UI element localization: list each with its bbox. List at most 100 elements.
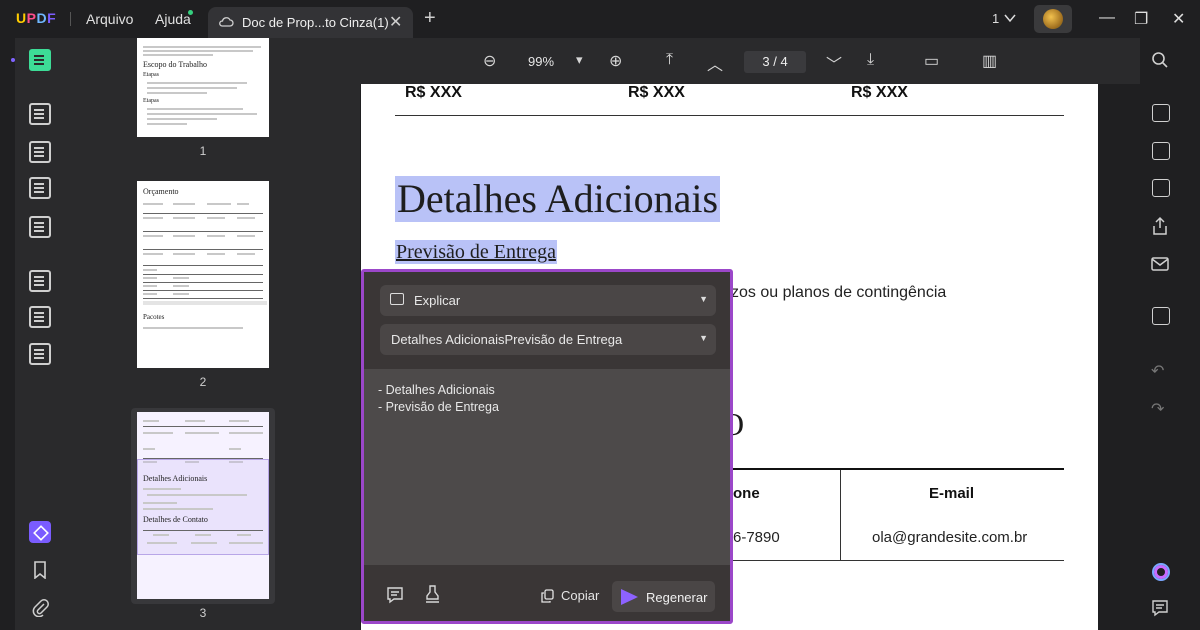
menu-ajuda[interactable]: Ajuda: [155, 11, 191, 27]
menu-arquivo[interactable]: Arquivo: [86, 11, 133, 27]
ai-context-select[interactable]: Detalhes AdicionaisPrevisão de Entrega ▼: [380, 324, 716, 355]
contact-header-email: E-mail: [929, 485, 975, 502]
attachment-icon[interactable]: [32, 599, 50, 617]
reading-mode-button[interactable]: ▥: [982, 51, 997, 71]
bookmark-icon[interactable]: [32, 561, 48, 579]
zoom-out-button[interactable]: ⊖: [483, 51, 496, 71]
page-number-box[interactable]: 3 / 4: [744, 51, 806, 73]
watermark-tool[interactable]: [29, 343, 53, 367]
title-bar: UPDF Arquivo Ajuda Doc de Prop...to Cinz…: [0, 0, 1200, 38]
comment-tool[interactable]: [29, 103, 53, 127]
crop-icon: [29, 306, 51, 328]
chevron-down-icon[interactable]: [1004, 13, 1016, 23]
new-tab-button[interactable]: +: [424, 7, 436, 30]
app-window: UPDF Arquivo Ajuda Doc de Prop...to Cinz…: [0, 0, 1200, 630]
protect-icon[interactable]: [1152, 179, 1170, 197]
section-heading[interactable]: Detalhes Adicionais: [395, 176, 721, 222]
thumbnail-page-2[interactable]: Orçamento Pacotes: [137, 181, 269, 368]
thumbnail-page-1[interactable]: Escopo do Trabalho Etapas Etapas: [137, 38, 269, 137]
thumbnail-label-1: 1: [199, 144, 207, 158]
comment-icon[interactable]: [386, 586, 404, 604]
title-separator: [70, 12, 71, 26]
current-page-input[interactable]: 3: [762, 54, 769, 69]
copy-label: Copiar: [561, 588, 600, 603]
price-cell: R$ XXX: [851, 84, 908, 101]
chat-icon: [390, 293, 404, 305]
document-tab[interactable]: Doc de Prop...to Cinza(1) ✕: [208, 7, 413, 38]
tab-close-button[interactable]: ✕: [389, 12, 402, 32]
layers-icon: [29, 521, 51, 543]
avatar-image: [1043, 9, 1063, 29]
right-tool-rail: ↶ ↷: [1140, 38, 1186, 630]
total-pages: 4: [780, 54, 788, 69]
copy-icon: [541, 589, 554, 603]
zoom-dropdown[interactable]: ▾: [576, 52, 583, 68]
redo-icon[interactable]: ↷: [1151, 399, 1164, 419]
organize-tool[interactable]: [29, 270, 53, 294]
last-page-button[interactable]: ⤓: [867, 51, 874, 69]
layers-tool[interactable]: [29, 521, 53, 545]
reader-tool[interactable]: [29, 49, 53, 73]
sign-icon: [29, 216, 51, 238]
edit-pdf-icon: [29, 141, 51, 163]
tab-title: Doc de Prop...to Cinza(1): [242, 15, 389, 30]
share-icon[interactable]: [1151, 216, 1169, 236]
zoom-in-button[interactable]: ⊕: [609, 51, 622, 71]
regenerate-button[interactable]: Regenerar: [612, 581, 715, 612]
update-dot: [188, 10, 193, 15]
ai-context-label: Detalhes AdicionaisPrevisão de Entrega: [391, 332, 623, 347]
thumb-1-heading: Escopo do Trabalho: [143, 60, 207, 69]
dropdown-arrow-icon: ▼: [699, 294, 708, 304]
thumbnail-label-3: 3: [199, 606, 207, 620]
price-cell: R$ XXX: [628, 84, 685, 101]
ocr-icon[interactable]: [1152, 104, 1170, 122]
email-icon[interactable]: [1151, 256, 1169, 272]
zoom-value[interactable]: 99%: [528, 54, 554, 69]
ai-result-area[interactable]: - Detalhes Adicionais - Previsão de Entr…: [364, 369, 730, 565]
section-subheading[interactable]: Previsão de Entrega: [395, 240, 557, 264]
save-icon[interactable]: [1152, 307, 1170, 325]
undo-icon[interactable]: ↶: [1151, 361, 1164, 381]
thumb-2-heading2: Pacotes: [143, 313, 165, 321]
window-selector[interactable]: 1: [992, 11, 999, 26]
active-indicator: [11, 58, 15, 62]
next-page-button[interactable]: ﹀: [826, 51, 842, 75]
ai-result-line: - Previsão de Entrega: [378, 400, 499, 414]
ai-assistant-panel: Explicar ▼ Detalhes AdicionaisPrevisão d…: [361, 269, 733, 624]
form-tool[interactable]: [29, 177, 53, 201]
dropdown-arrow-icon: ▼: [699, 333, 708, 343]
contact-header-phone: one: [733, 485, 760, 502]
updf-logo: UPDF: [16, 10, 57, 26]
left-tool-rail: [11, 38, 68, 630]
minimize-button[interactable]: —: [1099, 9, 1115, 27]
avatar[interactable]: [1034, 5, 1072, 33]
table-rule: [395, 115, 1064, 116]
convert-icon[interactable]: [1152, 142, 1170, 160]
search-icon[interactable]: [1151, 51, 1169, 69]
edit-tool[interactable]: [29, 141, 53, 165]
crop-tool[interactable]: [29, 306, 53, 330]
thumbnail-page-3[interactable]: Detalhes Adicionais Detalhes de Contato: [137, 412, 269, 599]
ai-result-line: - Detalhes Adicionais: [378, 383, 495, 397]
organize-pages-icon: [29, 270, 51, 292]
maximize-button[interactable]: ❐: [1134, 9, 1148, 29]
comments-panel-icon[interactable]: [1151, 599, 1169, 617]
close-window-button[interactable]: ✕: [1172, 9, 1185, 29]
contact-table-top-rule: [731, 468, 1064, 470]
ai-mode-label: Explicar: [414, 293, 461, 308]
ai-mode-select[interactable]: Explicar ▼: [380, 285, 716, 316]
thumbnail-panel: Escopo do Trabalho Etapas Etapas 1 Orçam…: [68, 38, 360, 630]
highlighter-icon[interactable]: [424, 585, 441, 604]
highlighter-icon: [29, 103, 51, 125]
contact-phone: 6-7890: [733, 529, 780, 546]
thumbnail-label-2: 2: [199, 375, 207, 389]
first-page-button[interactable]: ⤒: [666, 51, 673, 69]
ai-assistant-icon[interactable]: [1152, 563, 1170, 581]
sign-tool[interactable]: [29, 216, 53, 240]
reader-icon: [29, 49, 51, 71]
view-toolbar: ⊖ 99% ▾ ⊕ ⤒ ︿ 3 / 4 ﹀ ⤓ ▭ ▥: [360, 38, 1140, 84]
presentation-button[interactable]: ▭: [924, 51, 939, 71]
thumb-3-heading: Detalhes Adicionais: [143, 474, 208, 483]
prev-page-button[interactable]: ︿: [707, 51, 723, 75]
thumb-2-heading: Orçamento: [143, 187, 179, 196]
